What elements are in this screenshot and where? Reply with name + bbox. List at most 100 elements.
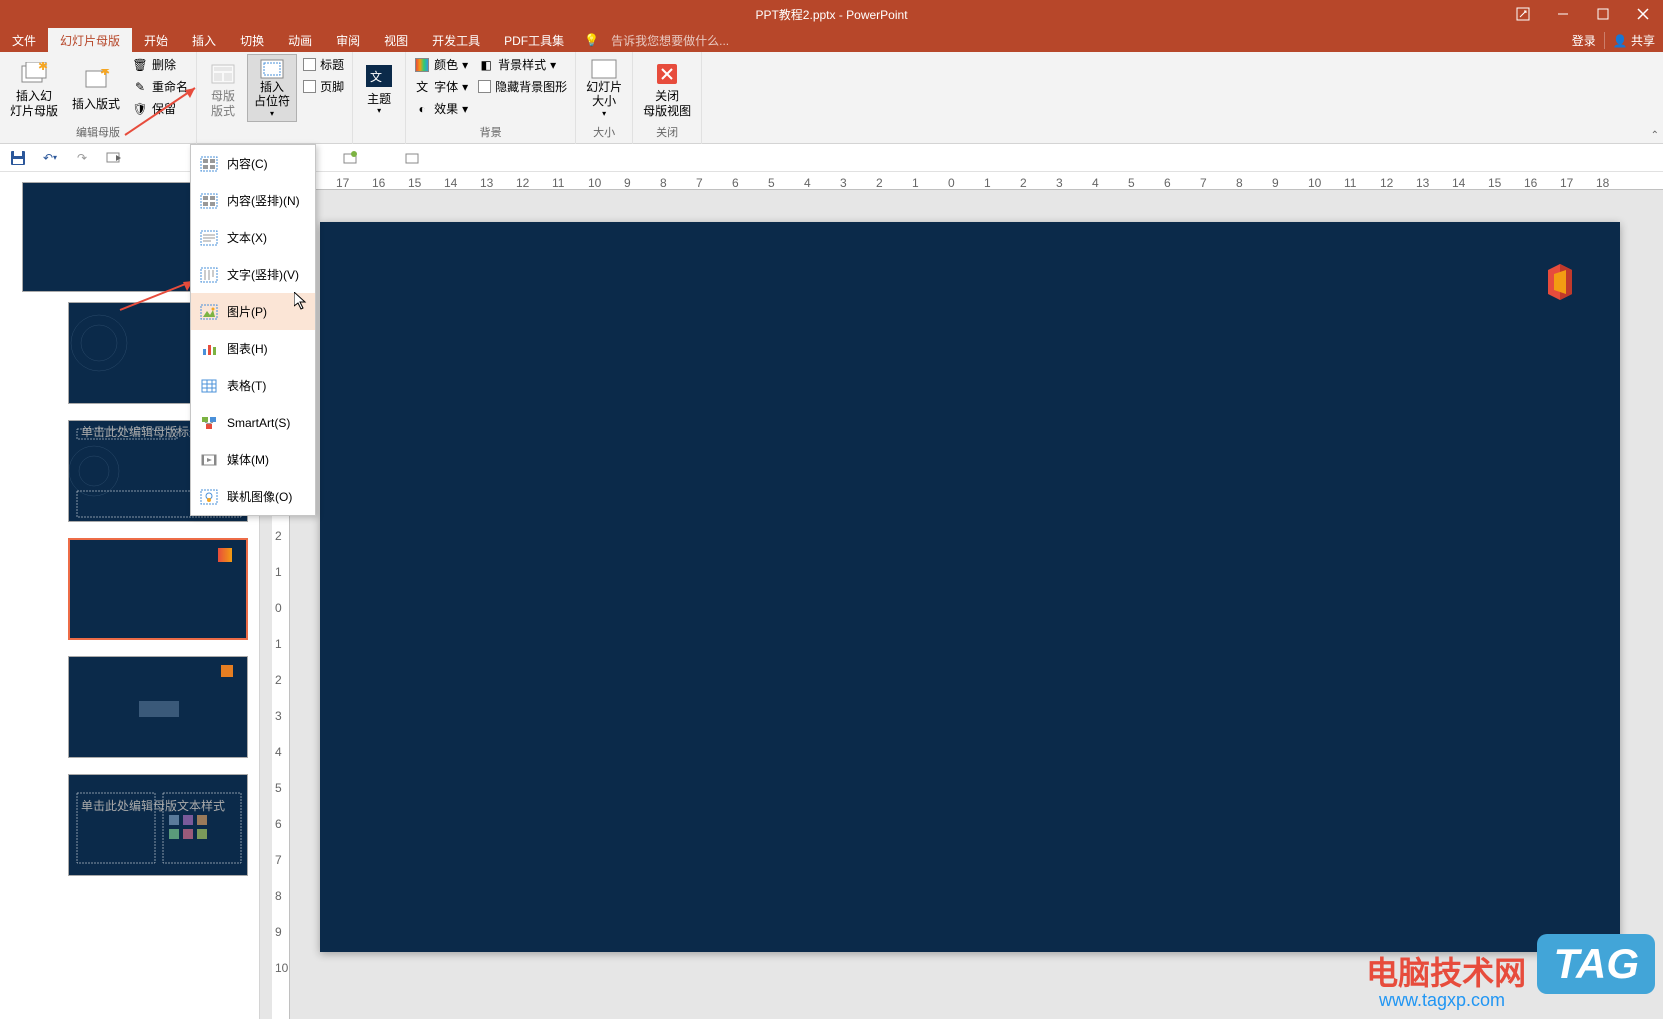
themes-button[interactable]: 文 主题▾: [357, 54, 401, 122]
share-button[interactable]: 👤 共享: [1604, 32, 1655, 49]
footer-checkbox[interactable]: 页脚: [299, 76, 348, 97]
menu-file[interactable]: 文件: [0, 28, 48, 52]
svg-text:文: 文: [370, 69, 382, 84]
master-thumbnail[interactable]: [22, 182, 217, 292]
dropdown-chart[interactable]: 图表(H): [191, 330, 315, 367]
dropdown-online-image[interactable]: 联机图像(O): [191, 478, 315, 515]
menu-animations[interactable]: 动画: [276, 28, 324, 52]
checkbox-icon: [478, 80, 491, 93]
ribbon-group-background: 颜色 ▾ 文字体 ▾ ◐效果 ▾ ◧背景样式 ▾ 隐藏背景图形 背景: [406, 52, 576, 144]
start-from-beginning-button[interactable]: [104, 148, 124, 168]
colors-icon: [414, 57, 430, 73]
close-button[interactable]: [1623, 0, 1663, 28]
watermark-text: 电脑技术网: [1366, 948, 1526, 994]
slide-editor: 1817161514131211109876543210123456789101…: [260, 172, 1663, 1019]
online-image-icon: [199, 487, 219, 507]
picture-icon: [199, 302, 219, 322]
window-controls: [1503, 0, 1663, 28]
slidesize-button[interactable]: 幻灯片 大小▾: [580, 54, 628, 122]
text-v-icon: [199, 265, 219, 285]
title-bar: PPT教程2.pptx - PowerPoint: [0, 0, 1663, 28]
redo-button[interactable]: ↷: [72, 148, 92, 168]
chart-icon: [199, 339, 219, 359]
rename-button[interactable]: ✎重命名: [128, 76, 192, 97]
placeholder-icon: [256, 58, 288, 80]
undo-button[interactable]: ↶ ▾: [40, 148, 60, 168]
svg-text:✱: ✱: [100, 69, 110, 78]
bgstyles-icon: ◧: [478, 57, 494, 73]
login-link[interactable]: 登录: [1572, 32, 1596, 49]
office-logo-icon: [1540, 262, 1580, 302]
menu-review[interactable]: 审阅: [324, 28, 372, 52]
smartart-icon: [199, 413, 219, 433]
dropdown-smartart[interactable]: SmartArt(S): [191, 404, 315, 441]
ribbon-group-editmaster: ✱ 插入幻 灯片母版 ✱ 插入版式 🗑删除 ✎重命名 🛡保留 编辑母版: [0, 52, 197, 144]
rename-icon: ✎: [132, 79, 148, 95]
tell-me-search[interactable]: 告诉我您想要做什么...: [611, 32, 729, 49]
ribbon-group-close: 关闭 母版视图 关闭: [633, 52, 702, 144]
title-checkbox[interactable]: 标题: [299, 54, 348, 75]
layout-icon: ✱: [80, 65, 112, 97]
save-button[interactable]: [8, 148, 28, 168]
effects-button[interactable]: ◐效果 ▾: [410, 98, 472, 119]
close-masterview-button[interactable]: 关闭 母版视图: [637, 54, 697, 122]
content-icon: [199, 154, 219, 174]
table-icon: [199, 376, 219, 396]
minimize-button[interactable]: [1543, 0, 1583, 28]
menu-insert[interactable]: 插入: [180, 28, 228, 52]
text-icon: [199, 228, 219, 248]
dropdown-media[interactable]: 媒体(M): [191, 441, 315, 478]
delete-button[interactable]: 🗑删除: [128, 54, 192, 75]
menu-home[interactable]: 开始: [132, 28, 180, 52]
layout-thumbnail-4[interactable]: [68, 656, 248, 758]
lightbulb-icon: 💡: [584, 33, 599, 47]
dropdown-text[interactable]: 文本(X): [191, 219, 315, 256]
hidebg-checkbox[interactable]: 隐藏背景图形: [474, 76, 571, 97]
collapse-ribbon-button[interactable]: ⌃: [1651, 130, 1659, 141]
slide-canvas[interactable]: [320, 222, 1620, 952]
media-icon: [199, 450, 219, 470]
menu-slidemaster[interactable]: 幻灯片母版: [48, 28, 132, 52]
group-label-background: 背景: [410, 122, 571, 142]
slidesize-icon: [588, 58, 620, 80]
qat-extra-3[interactable]: [402, 148, 422, 168]
dropdown-content[interactable]: 内容(C): [191, 145, 315, 182]
ribbon-group-size: 幻灯片 大小▾ 大小: [576, 52, 633, 144]
menu-view[interactable]: 视图: [372, 28, 420, 52]
layout-thumbnail-5[interactable]: 单击此处编辑母版文本样式: [68, 774, 248, 876]
master-layout-icon: [207, 58, 239, 89]
group-label-size: 大小: [580, 122, 628, 142]
dropdown-text-vertical[interactable]: 文字(竖排)(V): [191, 256, 315, 293]
ribbon-group-masterlayout: 母版 版式 插入 占位符▾ 标题 页脚 母版版式: [197, 52, 353, 144]
insert-layout-button[interactable]: ✱ 插入版式: [66, 54, 126, 122]
ribbon-display-options-icon[interactable]: [1503, 0, 1543, 28]
master-layout-button[interactable]: 母版 版式: [201, 54, 245, 122]
menu-pdftools[interactable]: PDF工具集: [492, 28, 576, 52]
menu-transitions[interactable]: 切换: [228, 28, 276, 52]
close-master-icon: [651, 58, 683, 89]
watermark-url: www.tagxp.com: [1366, 990, 1505, 1011]
checkbox-icon: [303, 80, 316, 93]
fonts-icon: 文: [414, 79, 430, 95]
themes-icon: 文: [363, 60, 395, 92]
dropdown-picture[interactable]: 图片(P): [191, 293, 315, 330]
layout-thumbnail-3-selected[interactable]: [68, 538, 248, 640]
group-label-editmaster: 编辑母版: [4, 122, 192, 142]
qat-extra-2[interactable]: [340, 148, 360, 168]
svg-text:✱: ✱: [38, 62, 48, 73]
ribbon-group-theme: 文 主题▾ 编辑主题: [353, 52, 406, 144]
maximize-button[interactable]: [1583, 0, 1623, 28]
svg-text:单击此处编辑母版文本样式: 单击此处编辑母版文本样式: [81, 798, 225, 813]
menu-devtools[interactable]: 开发工具: [420, 28, 492, 52]
insert-slidemaster-button[interactable]: ✱ 插入幻 灯片母版: [4, 54, 64, 122]
colors-button[interactable]: 颜色 ▾: [410, 54, 472, 75]
preserve-icon: 🛡: [132, 101, 148, 117]
preserve-button[interactable]: 🛡保留: [128, 98, 192, 119]
fonts-button[interactable]: 文字体 ▾: [410, 76, 472, 97]
dropdown-content-vertical[interactable]: 内容(竖排)(N): [191, 182, 315, 219]
dropdown-table[interactable]: 表格(T): [191, 367, 315, 404]
content-v-icon: [199, 191, 219, 211]
insert-placeholder-button[interactable]: 插入 占位符▾: [247, 54, 297, 122]
effects-icon: ◐: [414, 101, 430, 117]
bgstyles-button[interactable]: ◧背景样式 ▾: [474, 54, 571, 75]
